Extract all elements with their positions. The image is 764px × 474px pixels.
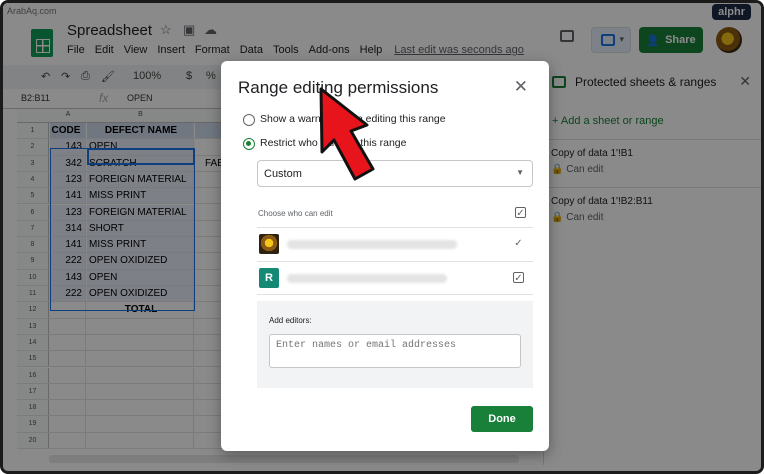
add-editors-input[interactable] [269, 334, 521, 368]
permission-select[interactable]: Custom ▼ [257, 160, 533, 187]
editor-avatar [259, 234, 279, 254]
divider [257, 227, 533, 228]
editor-email-redacted [287, 240, 457, 249]
select-all-checkbox[interactable]: ✓ [515, 207, 526, 219]
warning-radio[interactable] [243, 114, 255, 126]
editor-avatar: R [259, 268, 279, 288]
annotation-arrow-icon [319, 87, 375, 181]
done-button[interactable]: Done [471, 406, 533, 432]
editor-checkbox[interactable]: ✓ [513, 272, 524, 284]
permission-select-value: Custom [264, 168, 302, 180]
editor-checkmark-icon[interactable]: ✓ [513, 238, 524, 249]
range-permissions-dialog: Range editing permissions ✕ Show a warni… [221, 61, 549, 451]
divider [257, 261, 533, 262]
app-window: ArabAq.com alphr Spreadsheet ☆ ▣ ☁ File … [0, 0, 764, 474]
add-editors-label: Add editors: [269, 316, 312, 325]
divider [257, 294, 533, 295]
add-editors-section: Add editors: [257, 301, 533, 388]
dropdown-caret-icon: ▼ [516, 168, 524, 177]
restrict-radio[interactable] [243, 138, 255, 150]
editor-email-redacted [287, 274, 447, 283]
close-icon[interactable]: ✕ [514, 77, 528, 97]
choose-who-can-edit-label: Choose who can edit [258, 209, 333, 218]
